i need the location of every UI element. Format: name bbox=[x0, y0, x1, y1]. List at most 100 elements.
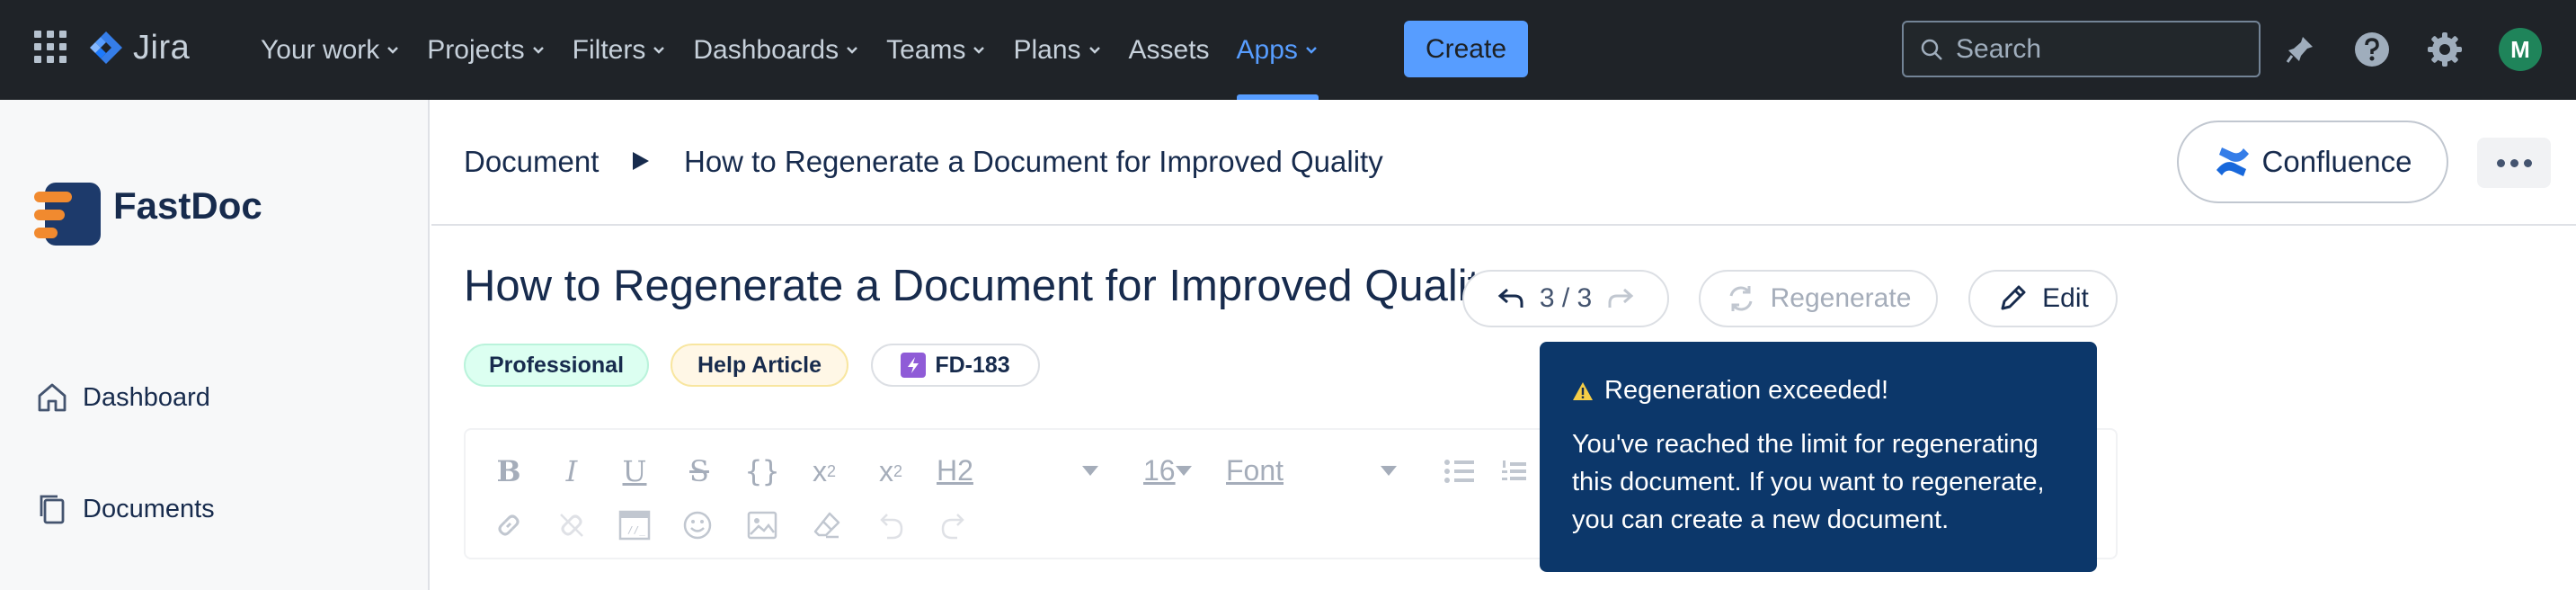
redo-icon[interactable] bbox=[935, 507, 971, 543]
more-actions-button[interactable] bbox=[2477, 138, 2551, 188]
nav-plans[interactable]: Plans bbox=[999, 0, 1115, 100]
home-icon bbox=[38, 383, 67, 412]
ticket-key: FD-183 bbox=[935, 352, 1010, 378]
more-dot bbox=[2523, 158, 2532, 167]
product-name: Jira bbox=[133, 28, 191, 67]
breadcrumb-current: How to Regenerate a Document for Improve… bbox=[684, 145, 1383, 178]
heading-select[interactable]: H2 bbox=[937, 450, 1098, 491]
nav-label: Projects bbox=[427, 34, 525, 65]
redo-arrow-icon[interactable] bbox=[1606, 286, 1635, 311]
nav-label: Apps bbox=[1236, 34, 1298, 65]
jira-mark-icon bbox=[90, 31, 122, 64]
warning-icon bbox=[1573, 381, 1593, 400]
sidebar-item-label: Documents bbox=[83, 494, 215, 523]
bullet-list-icon[interactable] bbox=[1442, 451, 1478, 491]
italic-button[interactable]: I bbox=[554, 451, 590, 491]
notifications-icon[interactable] bbox=[2279, 29, 2321, 70]
sidebar-brand: FastDoc bbox=[0, 100, 428, 343]
subscript-button[interactable]: x2 bbox=[868, 451, 913, 491]
clear-format-eraser-icon[interactable] bbox=[809, 507, 845, 543]
nav-teams[interactable]: Teams bbox=[873, 0, 999, 100]
nav-label: Your work bbox=[261, 34, 380, 65]
search-icon bbox=[1921, 39, 1942, 60]
nav-label: Plans bbox=[1013, 34, 1081, 65]
nav-filters[interactable]: Filters bbox=[559, 0, 680, 100]
nav-label: Teams bbox=[886, 34, 966, 65]
confluence-icon bbox=[2216, 148, 2249, 176]
chevron-down-icon bbox=[1176, 466, 1192, 476]
breadcrumb: Document How to Regenerate a Document fo… bbox=[431, 100, 2576, 226]
chevron-down-icon bbox=[387, 46, 399, 54]
user-avatar[interactable]: M bbox=[2499, 28, 2542, 71]
sidebar-item-dashboard[interactable]: Dashboard bbox=[36, 375, 210, 420]
tag-professional[interactable]: Professional bbox=[464, 344, 649, 387]
tag-ticket[interactable]: FD-183 bbox=[871, 344, 1040, 387]
lightning-icon bbox=[901, 353, 927, 378]
search-input[interactable] bbox=[1956, 33, 2243, 65]
nav-projects[interactable]: Projects bbox=[413, 0, 558, 100]
sidebar-item-label: Dashboard bbox=[83, 382, 210, 412]
pencil-icon bbox=[2001, 285, 2026, 310]
link-icon[interactable] bbox=[491, 507, 527, 543]
nav-label: Filters bbox=[572, 34, 646, 65]
chevron-down-icon bbox=[653, 46, 665, 54]
image-icon[interactable] bbox=[744, 507, 780, 543]
regenerate-label: Regenerate bbox=[1770, 283, 1912, 313]
documents-icon bbox=[40, 495, 65, 524]
more-dot bbox=[2509, 158, 2518, 167]
embed-icon[interactable]: //_ bbox=[615, 507, 654, 543]
regeneration-limit-tooltip: Regeneration exceeded! You've reached th… bbox=[1540, 342, 2097, 572]
bold-button[interactable]: B bbox=[491, 451, 527, 491]
chevron-down-icon bbox=[532, 46, 544, 54]
undo-arrow-icon[interactable] bbox=[1497, 286, 1525, 311]
emoji-icon[interactable] bbox=[680, 507, 715, 543]
tooltip-header: Regeneration exceeded! bbox=[1572, 376, 2065, 406]
create-button[interactable]: Create bbox=[1404, 21, 1528, 77]
jira-logo[interactable]: Jira bbox=[88, 25, 190, 70]
version-navigator: 3 / 3 bbox=[1462, 270, 1669, 327]
chevron-down-icon bbox=[1088, 46, 1100, 54]
unlink-icon[interactable] bbox=[554, 507, 590, 543]
svg-text://_: //_ bbox=[627, 524, 645, 536]
help-icon[interactable] bbox=[2351, 29, 2393, 70]
fastdoc-logo-icon bbox=[34, 183, 101, 246]
primary-nav: Your work Projects Filters Dashboards Te… bbox=[247, 0, 1332, 100]
nav-your-work[interactable]: Your work bbox=[247, 0, 413, 100]
settings-gear-icon[interactable] bbox=[2424, 29, 2465, 70]
nav-assets[interactable]: Assets bbox=[1115, 0, 1223, 100]
font-family-select[interactable]: Font bbox=[1226, 450, 1397, 491]
nav-apps[interactable]: Apps bbox=[1223, 0, 1332, 100]
top-navigation: Jira Your work Projects Filters Dashboar… bbox=[0, 0, 2576, 100]
chevron-down-icon bbox=[1082, 466, 1098, 476]
breadcrumb-arrow-icon bbox=[633, 152, 649, 170]
search-field[interactable] bbox=[1902, 21, 2261, 77]
undo-icon[interactable] bbox=[874, 507, 910, 543]
code-button[interactable]: {} bbox=[740, 451, 785, 491]
app-name: FastDoc bbox=[113, 184, 262, 227]
strikethrough-button[interactable]: S bbox=[681, 451, 717, 491]
confluence-label: Confluence bbox=[2261, 145, 2412, 178]
more-dot bbox=[2496, 158, 2505, 167]
version-count: 3 / 3 bbox=[1539, 283, 1593, 313]
refresh-icon bbox=[1729, 286, 1753, 311]
tooltip-body: You've reached the limit for regeneratin… bbox=[1572, 430, 2045, 534]
numbered-list-icon[interactable] bbox=[1499, 451, 1526, 491]
regenerate-button[interactable]: Regenerate bbox=[1699, 270, 1938, 327]
underline-button[interactable]: U bbox=[617, 451, 653, 491]
breadcrumb-root[interactable]: Document bbox=[464, 145, 599, 179]
nav-dashboards[interactable]: Dashboards bbox=[680, 0, 873, 100]
sidebar: FastDoc Dashboard Documents bbox=[0, 100, 430, 590]
superscript-button[interactable]: x2 bbox=[802, 451, 847, 491]
nav-label: Dashboards bbox=[693, 34, 839, 65]
edit-button[interactable]: Edit bbox=[1968, 270, 2118, 327]
sidebar-item-documents[interactable]: Documents bbox=[36, 487, 215, 532]
font-size-value: 16 bbox=[1143, 453, 1176, 487]
tooltip-title: Regeneration exceeded! bbox=[1604, 376, 1889, 405]
tag-help-article[interactable]: Help Article bbox=[671, 344, 848, 387]
nav-label: Assets bbox=[1128, 34, 1210, 65]
edit-label: Edit bbox=[2042, 283, 2089, 313]
page-title: How to Regenerate a Document for Improve… bbox=[464, 262, 1502, 310]
confluence-button[interactable]: Confluence bbox=[2177, 121, 2448, 203]
chevron-down-icon bbox=[847, 46, 857, 54]
app-switcher-icon[interactable] bbox=[34, 31, 67, 63]
